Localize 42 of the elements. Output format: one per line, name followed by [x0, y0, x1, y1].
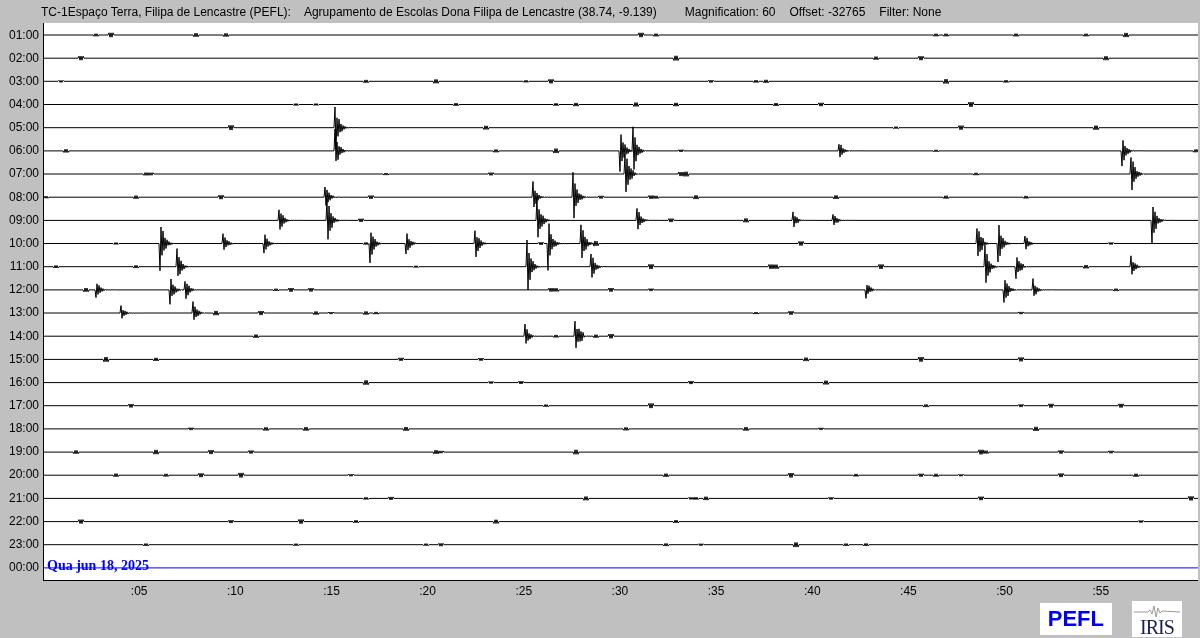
hour-label: 01:00: [7, 26, 40, 44]
hour-label: 07:00: [7, 165, 40, 183]
minute-label: :35: [706, 584, 726, 598]
minute-label: :25: [514, 584, 534, 598]
hour-label: 18:00: [7, 420, 40, 438]
hour-label: 15:00: [7, 350, 40, 368]
hour-label: 05:00: [7, 119, 40, 137]
hour-label: 09:00: [7, 211, 40, 229]
minute-label: :20: [418, 584, 437, 598]
minute-label: :15: [322, 584, 341, 598]
hour-label: 06:00: [7, 142, 40, 160]
hour-label: 21:00: [7, 489, 40, 507]
hour-label: 00:00: [7, 559, 40, 577]
hour-label: 22:00: [7, 512, 40, 530]
minute-label: :40: [802, 584, 822, 598]
minute-label: :30: [610, 584, 630, 598]
hour-label: 19:00: [7, 443, 40, 461]
minute-label: :10: [225, 584, 245, 598]
minute-label: :45: [899, 584, 918, 598]
hour-label: 04:00: [7, 95, 40, 113]
hour-label: 16:00: [7, 373, 40, 391]
station-logo: PEFL: [1039, 603, 1112, 635]
minute-label: :55: [1091, 584, 1111, 598]
hour-label: 12:00: [7, 281, 40, 299]
hour-label: 20:00: [7, 466, 40, 484]
station-title: TC-1Espaço Terra, Filipa de Lencastre (PEFL):: [41, 4, 291, 19]
hour-label: 23:00: [7, 535, 40, 553]
hour-label: 10:00: [7, 234, 40, 252]
hour-label: 17:00: [7, 397, 40, 414]
filter-label: Filter: None: [879, 4, 942, 19]
minute-label: :50: [995, 584, 1014, 598]
hour-label: 02:00: [7, 49, 40, 67]
hour-label: 03:00: [7, 72, 40, 90]
hour-label: 11:00: [8, 258, 40, 276]
hour-label: 08:00: [7, 188, 40, 206]
hour-label: 14:00: [7, 327, 40, 345]
offset-label: Offset: -32765: [789, 4, 866, 19]
magnification-label: Magnification: 60: [684, 4, 776, 19]
hour-label: 13:00: [7, 304, 40, 322]
network-logo: IRIS: [1132, 601, 1182, 637]
minute-label: :05: [129, 584, 149, 598]
location-title: Agrupamento de Escolas Dona Filipa de Lencastre (38.74, -9.139): [303, 4, 657, 19]
